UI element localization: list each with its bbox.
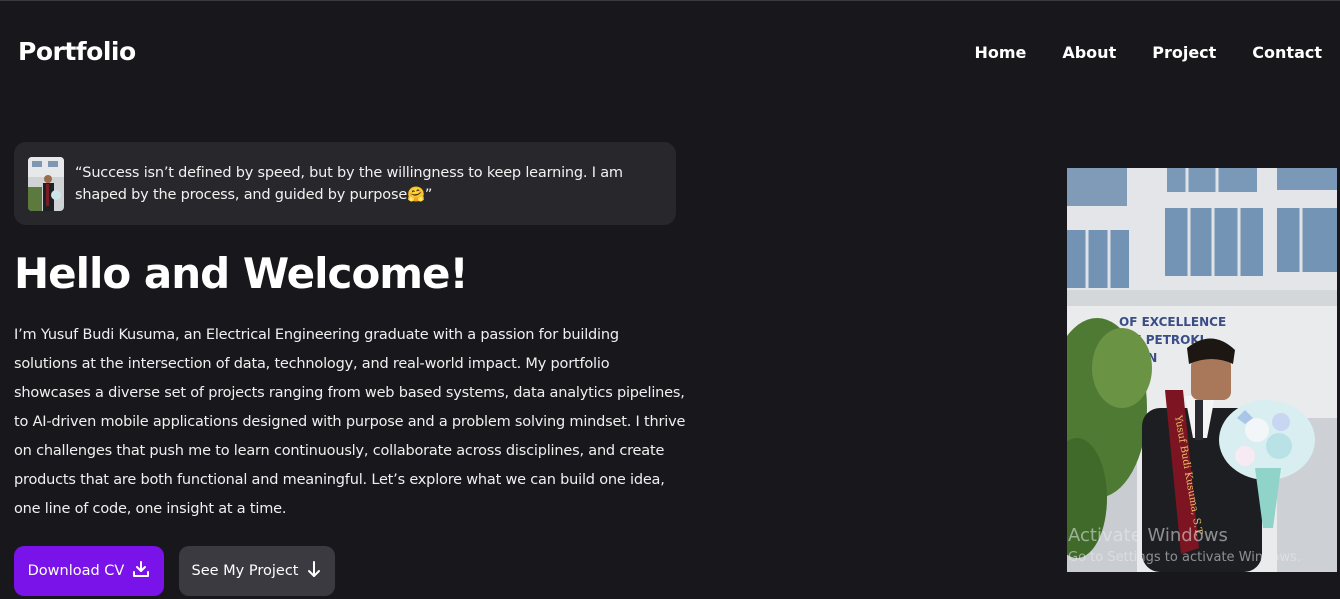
nav-contact[interactable]: Contact xyxy=(1252,43,1322,62)
see-project-label: See My Project xyxy=(191,563,299,579)
profile-photo: OF EXCELLENCE STRI PETROKI EGON Yusuf Bu… xyxy=(1067,168,1337,572)
arrow-down-icon xyxy=(306,560,322,582)
quote-avatar xyxy=(28,156,64,211)
download-cv-label: Download CV xyxy=(27,563,125,579)
activate-title: Activate Windows xyxy=(1068,525,1228,546)
see-project-button[interactable]: See My Project xyxy=(179,546,335,596)
activate-subtitle: Go to Settings to activate Windows. xyxy=(1068,550,1301,565)
nav-home[interactable]: Home xyxy=(974,43,1026,62)
hero-title: Hello and Welcome! xyxy=(14,249,469,298)
brand-logo[interactable]: Portfolio xyxy=(18,37,136,66)
hero-description: I’m Yusuf Budi Kusuma, an Electrical Eng… xyxy=(14,327,686,517)
nav-about[interactable]: About xyxy=(1062,43,1116,62)
quote-text: “Success isn’t defined by speed, but by … xyxy=(75,164,623,203)
main-nav: Home About Project Contact xyxy=(974,43,1322,62)
download-icon xyxy=(132,560,150,582)
page: Portfolio Home About Project Contact “Su… xyxy=(0,0,1340,599)
nav-project[interactable]: Project xyxy=(1152,43,1216,62)
download-cv-button[interactable]: Download CV xyxy=(14,546,164,596)
activate-windows-watermark: Activate Windows Go to Settings to activ… xyxy=(1068,525,1301,565)
sign-line-1: OF EXCELLENCE xyxy=(1119,315,1226,329)
quote-card: “Success isn’t defined by speed, but by … xyxy=(14,142,676,225)
